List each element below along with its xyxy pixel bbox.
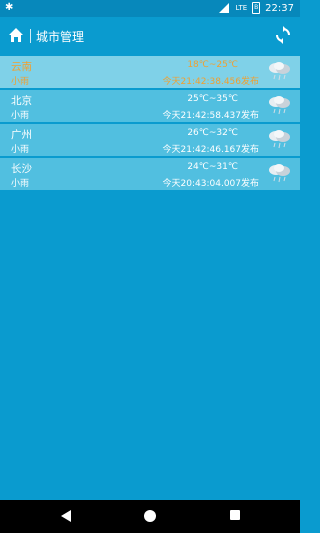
status-time: 22:37	[265, 2, 294, 14]
navigation-bar	[0, 500, 300, 533]
temperature-range: 24℃~31℃	[187, 162, 238, 172]
weather-description: 小雨	[11, 179, 30, 189]
city-name: 云南	[11, 61, 32, 73]
light-rain-icon	[269, 164, 290, 183]
light-rain-icon	[269, 62, 290, 81]
temperature-range: 18℃~25℃	[187, 60, 238, 70]
page-title: 城市管理	[36, 30, 85, 44]
back-icon[interactable]	[60, 510, 72, 522]
city-name: 广州	[11, 129, 32, 141]
update-time: 今天20:43:04.007发布	[162, 179, 259, 189]
update-time: 今天21:42:58.437发布	[162, 111, 259, 121]
temperature-range: 26℃~32℃	[187, 128, 238, 138]
city-row[interactable]: 北京 小雨 25℃~35℃ 今天21:42:58.437发布	[0, 90, 300, 124]
home-icon[interactable]	[8, 27, 24, 43]
app-bar: 城市管理	[0, 17, 300, 54]
temperature-range: 25℃~35℃	[187, 94, 238, 104]
weather-description: 小雨	[11, 145, 30, 155]
light-rain-icon	[269, 130, 290, 149]
city-name: 北京	[11, 95, 32, 107]
battery-icon: B	[252, 2, 261, 14]
city-list: 云南 小雨 18℃~25℃ 今天21:42:38.456发布 北京 小雨 25℃…	[0, 56, 300, 192]
signal-icon	[218, 3, 229, 13]
refresh-icon[interactable]	[274, 26, 292, 44]
notification-star-icon: ✱	[5, 2, 14, 13]
weather-description: 小雨	[11, 77, 30, 87]
city-row[interactable]: 长沙 小雨 24℃~31℃ 今天20:43:04.007发布	[0, 158, 300, 192]
city-name: 长沙	[11, 163, 32, 175]
network-label: LTE	[235, 4, 248, 12]
recent-apps-icon[interactable]	[230, 510, 240, 520]
weather-description: 小雨	[11, 111, 30, 121]
update-time: 今天21:42:46.167发布	[162, 145, 259, 155]
light-rain-icon	[269, 96, 290, 115]
status-icons: LTE B 22:37	[217, 2, 294, 14]
battery-label: B	[254, 4, 259, 11]
status-bar: ✱ LTE B 22:37	[0, 0, 300, 17]
home-button-icon[interactable]	[144, 510, 156, 522]
update-time: 今天21:42:38.456发布	[162, 77, 259, 87]
city-row[interactable]: 广州 小雨 26℃~32℃ 今天21:42:46.167发布	[0, 124, 300, 158]
city-row[interactable]: 云南 小雨 18℃~25℃ 今天21:42:38.456发布	[0, 56, 300, 90]
app-bar-divider	[30, 29, 31, 43]
